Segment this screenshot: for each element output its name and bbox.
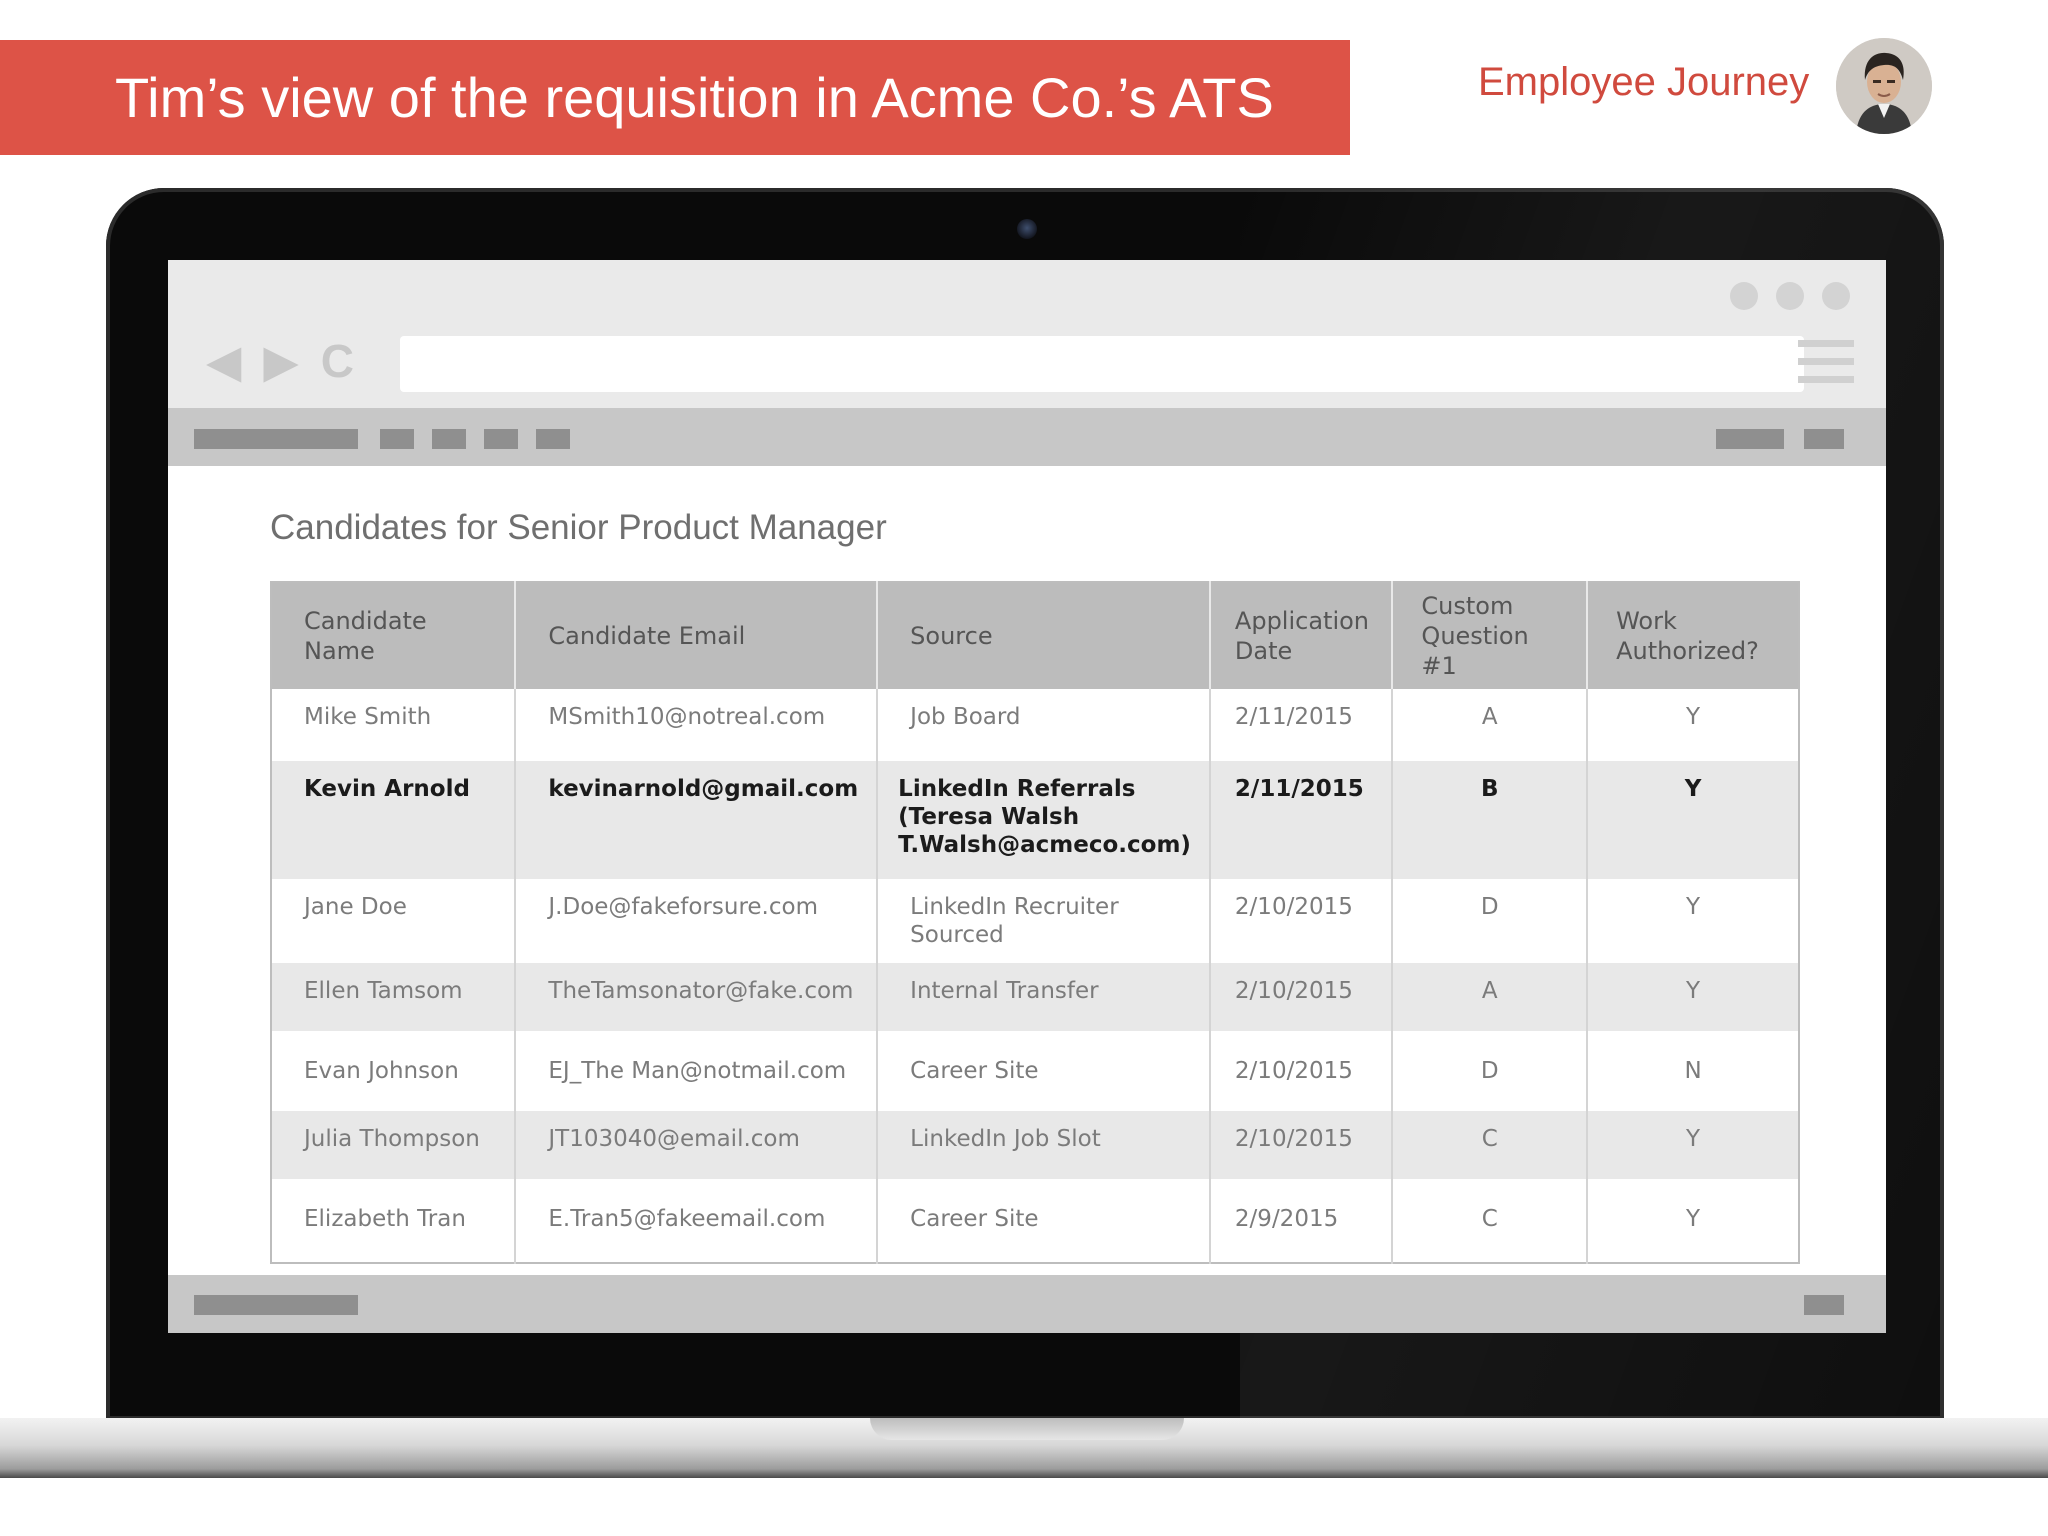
candidate-source: Internal Transfer — [877, 963, 1211, 1031]
laptop-notch — [870, 1418, 1184, 1440]
candidate-name: Kevin Arnold — [271, 761, 517, 879]
work-authorized: N — [1587, 1031, 1799, 1111]
custom-question-answer: C — [1392, 1111, 1589, 1179]
column-header[interactable]: Candidate Email — [515, 582, 879, 689]
candidate-name: Evan Johnson — [271, 1031, 517, 1111]
custom-question-answer: A — [1392, 963, 1589, 1031]
table-row[interactable]: Ellen Tamsom TheTamsonator@fake.com Inte… — [271, 963, 1799, 1031]
table-row-highlighted[interactable]: Kevin Arnold kevinarnold@gmail.com Linke… — [271, 761, 1799, 879]
custom-question-answer: A — [1392, 689, 1589, 761]
candidate-name: Jane Doe — [271, 879, 517, 963]
candidates-table: Candidate Name Candidate Email Source Ap… — [270, 581, 1800, 1264]
application-date: 2/10/2015 — [1209, 963, 1394, 1031]
webcam-icon — [1017, 219, 1037, 239]
application-date: 2/11/2015 — [1209, 689, 1394, 761]
table-header-row: Candidate Name Candidate Email Source Ap… — [271, 582, 1799, 689]
candidate-source: LinkedIn Referrals (Teresa Walsh T.Walsh… — [877, 761, 1211, 879]
footer-placeholder-left[interactable] — [194, 1295, 358, 1315]
toolbar-placeholder-7[interactable] — [1804, 429, 1844, 449]
slide-title: Tim’s view of the requisition in Acme Co… — [115, 66, 1274, 129]
table-row[interactable]: Mike Smith MSmith10@notreal.com Job Boar… — [271, 689, 1799, 761]
window-controls — [1730, 282, 1850, 310]
custom-question-answer: D — [1392, 1031, 1589, 1111]
work-authorized: Y — [1587, 761, 1799, 879]
column-header[interactable]: Custom Question #1 — [1392, 582, 1589, 689]
toolbar-placeholder-4[interactable] — [484, 429, 518, 449]
toolbar-placeholder-2[interactable] — [380, 429, 414, 449]
custom-question-answer: C — [1392, 1179, 1589, 1263]
browser-window: ◀ ▶ C Candidates for Senior Product Mana… — [168, 260, 1886, 1333]
person-photo-icon — [1836, 38, 1932, 134]
work-authorized: Y — [1587, 689, 1799, 761]
app-footer — [168, 1275, 1886, 1333]
candidate-source: Job Board — [877, 689, 1211, 761]
forward-icon[interactable]: ▶ — [263, 338, 298, 384]
column-header[interactable]: Work Authorized? — [1587, 582, 1799, 689]
column-header[interactable]: Application Date — [1209, 582, 1394, 689]
application-date: 2/11/2015 — [1209, 761, 1394, 879]
work-authorized: Y — [1587, 1179, 1799, 1263]
page-title: Candidates for Senior Product Manager — [270, 508, 887, 547]
table-row[interactable]: Evan Johnson EJ_The Man@notmail.com Care… — [271, 1031, 1799, 1111]
toolbar-placeholder-6[interactable] — [1716, 429, 1784, 449]
candidate-source: LinkedIn Recruiter Sourced — [877, 879, 1211, 963]
toolbar-placeholder-1[interactable] — [194, 429, 358, 449]
application-date: 2/10/2015 — [1209, 879, 1394, 963]
candidate-email: kevinarnold@gmail.com — [515, 761, 879, 879]
nav-buttons: ◀ ▶ C — [206, 338, 354, 384]
title-banner: Tim’s view of the requisition in Acme Co… — [0, 40, 1350, 155]
app-toolbar — [168, 408, 1886, 466]
browser-chrome: ◀ ▶ C — [168, 260, 1886, 408]
avatar — [1836, 38, 1932, 134]
application-date: 2/9/2015 — [1209, 1179, 1394, 1263]
column-header[interactable]: Source — [877, 582, 1211, 689]
custom-question-answer: D — [1392, 879, 1589, 963]
candidate-email: JT103040@email.com — [515, 1111, 879, 1179]
application-date: 2/10/2015 — [1209, 1111, 1394, 1179]
back-icon[interactable]: ◀ — [206, 338, 241, 384]
reload-icon[interactable]: C — [321, 338, 354, 384]
table-row[interactable]: Jane Doe J.Doe@fakeforsure.com LinkedIn … — [271, 879, 1799, 963]
candidate-name: Julia Thompson — [271, 1111, 517, 1179]
candidate-name: Mike Smith — [271, 689, 517, 761]
window-dot-2[interactable] — [1776, 282, 1804, 310]
hamburger-icon[interactable] — [1798, 340, 1854, 384]
candidate-email: EJ_The Man@notmail.com — [515, 1031, 879, 1111]
table-row[interactable]: Julia Thompson JT103040@email.com Linked… — [271, 1111, 1799, 1179]
column-header[interactable]: Candidate Name — [271, 582, 517, 689]
custom-question-answer: B — [1392, 761, 1589, 879]
footer-placeholder-right[interactable] — [1804, 1295, 1844, 1315]
toolbar-placeholder-5[interactable] — [536, 429, 570, 449]
work-authorized: Y — [1587, 1111, 1799, 1179]
table-row[interactable]: Elizabeth Tran E.Tran5@fakeemail.com Car… — [271, 1179, 1799, 1263]
candidate-name: Elizabeth Tran — [271, 1179, 517, 1263]
candidate-email: E.Tran5@fakeemail.com — [515, 1179, 879, 1263]
window-dot-1[interactable] — [1730, 282, 1758, 310]
candidate-email: TheTamsonator@fake.com — [515, 963, 879, 1031]
candidate-source: Career Site — [877, 1179, 1211, 1263]
application-date: 2/10/2015 — [1209, 1031, 1394, 1111]
url-bar[interactable] — [400, 336, 1804, 392]
toolbar-placeholder-3[interactable] — [432, 429, 466, 449]
candidate-name: Ellen Tamsom — [271, 963, 517, 1031]
window-dot-3[interactable] — [1822, 282, 1850, 310]
work-authorized: Y — [1587, 963, 1799, 1031]
section-label: Employee Journey — [1478, 60, 1810, 104]
candidate-source: Career Site — [877, 1031, 1211, 1111]
candidate-email: MSmith10@notreal.com — [515, 689, 879, 761]
candidate-email: J.Doe@fakeforsure.com — [515, 879, 879, 963]
work-authorized: Y — [1587, 879, 1799, 963]
candidate-source: LinkedIn Job Slot — [877, 1111, 1211, 1179]
